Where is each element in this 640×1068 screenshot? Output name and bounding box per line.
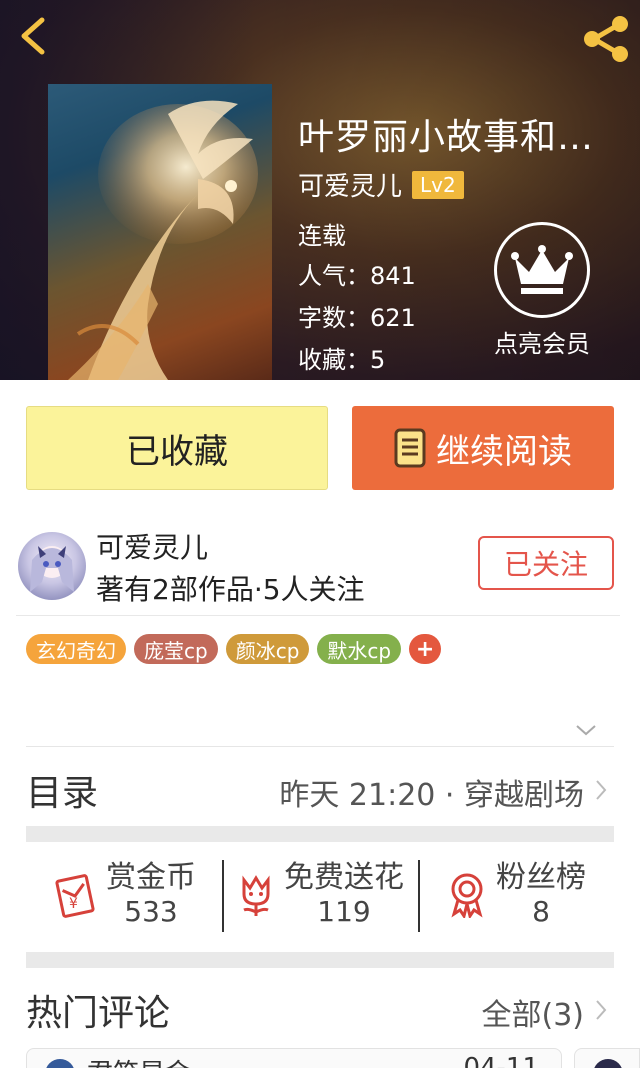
continue-reading-label: 继续阅读	[436, 431, 572, 472]
chevron-left-icon	[21, 17, 45, 55]
tag-item[interactable]: 默水cp	[317, 634, 402, 664]
avatar-illustration	[30, 546, 74, 592]
book-icon	[394, 428, 426, 468]
comment-card[interactable]: 君笑星金 04-11	[26, 1048, 562, 1068]
book-cover[interactable]	[48, 84, 272, 380]
toc-row[interactable]: 目录 昨天 21:20 · 穿越剧场	[26, 760, 614, 820]
author-card[interactable]: 可爱灵儿 著有2部作品·5人关注 已关注	[16, 528, 620, 616]
vip-button[interactable]: 点亮会员	[486, 222, 598, 358]
chevron-right-icon	[596, 780, 607, 800]
toc-latest: 昨天 21:20 · 穿越剧场	[279, 778, 584, 813]
tag-list: 玄幻奇幻 庞莹cp 颜冰cp 默水cp +	[26, 634, 442, 664]
vip-circle	[494, 222, 590, 318]
favorite-button[interactable]: 已收藏	[26, 406, 328, 490]
fan-ranking-text: 粉丝榜 8	[496, 861, 586, 929]
follow-button[interactable]: 已关注	[478, 536, 614, 590]
author-card-info: 著有2部作品·5人关注	[96, 573, 365, 606]
free-flowers-label: 免费送花	[284, 860, 404, 895]
comment-date: 04-11	[463, 1053, 539, 1068]
comment-card[interactable]	[574, 1048, 640, 1068]
reward-coins-label: 赏金币	[106, 860, 196, 895]
reward-coins-button[interactable]: ¥ 赏金币 533	[26, 854, 222, 936]
free-flowers-button[interactable]: 免费送花 119	[222, 854, 418, 936]
chevron-down-icon	[576, 725, 596, 736]
avatar	[593, 1059, 623, 1068]
crown-icon	[511, 245, 573, 294]
add-tag-button[interactable]: +	[409, 634, 442, 664]
flower-icon	[242, 875, 270, 916]
author-name[interactable]: 可爱灵儿	[298, 166, 402, 203]
divider	[26, 746, 614, 747]
favorite-button-label: 已收藏	[126, 431, 228, 472]
section-spacer	[26, 826, 614, 842]
reward-coins-value: 533	[124, 895, 178, 928]
continue-reading-button[interactable]: 继续阅读	[352, 406, 614, 490]
status-text: 连载	[298, 222, 346, 250]
level-badge: Lv2	[412, 170, 464, 199]
word-count-text: 字数：621	[298, 304, 416, 332]
all-comments-link[interactable]: 全部(3)	[482, 990, 585, 1034]
free-flowers-value: 119	[317, 895, 371, 928]
fan-ranking-label: 粉丝榜	[496, 860, 586, 895]
red-envelope-icon: ¥	[55, 874, 95, 918]
phoenix-illustration	[68, 100, 258, 380]
avatar[interactable]	[18, 532, 86, 600]
book-title: 叶罗丽小故事和…	[298, 117, 595, 158]
hot-comments-title: 热门评论	[26, 993, 171, 1034]
comment-author: 君笑星金	[87, 1053, 191, 1068]
reward-coins-text: 赏金币 533	[106, 861, 196, 929]
book-header: 叶罗丽小故事和… 可爱灵儿 Lv2 连载 人气：841 字数：621 收藏：5 …	[0, 0, 640, 380]
expand-button[interactable]	[574, 720, 598, 740]
favorites-count-text: 收藏：5	[298, 346, 386, 374]
vip-label: 点亮会员	[494, 330, 590, 358]
tag-item[interactable]: 颜冰cp	[225, 634, 310, 664]
tag-item[interactable]: 庞莹cp	[134, 634, 218, 664]
fan-ranking-button[interactable]: 粉丝榜 8	[418, 854, 614, 936]
section-spacer	[26, 952, 614, 968]
chevron-right-icon	[596, 1000, 607, 1020]
avatar	[45, 1059, 75, 1068]
svg-text:¥: ¥	[69, 896, 78, 912]
popularity-text: 人气：841	[298, 262, 416, 290]
follow-button-label: 已关注	[503, 548, 588, 581]
toc-title: 目录	[26, 773, 99, 814]
medal-icon	[451, 873, 483, 918]
author-card-name: 可爱灵儿	[96, 531, 209, 564]
book-detail-content: 已收藏 继续阅读 可爱灵儿 著有2部作品·5人关注 已关注 玄幻奇幻 庞莹cp …	[0, 380, 640, 1068]
share-icon	[584, 16, 628, 62]
free-flowers-text: 免费送花 119	[284, 861, 404, 929]
stats-row: ¥ 赏金币 533 免费送花 119 粉丝榜 8	[26, 854, 614, 936]
back-button[interactable]	[14, 14, 54, 58]
share-button[interactable]	[580, 16, 632, 62]
author-row: 可爱灵儿 Lv2	[298, 166, 464, 203]
hot-comments-header: 热门评论 全部(3)	[26, 980, 614, 1040]
tag-item[interactable]: 玄幻奇幻	[26, 634, 126, 664]
fan-ranking-value: 8	[532, 895, 550, 928]
